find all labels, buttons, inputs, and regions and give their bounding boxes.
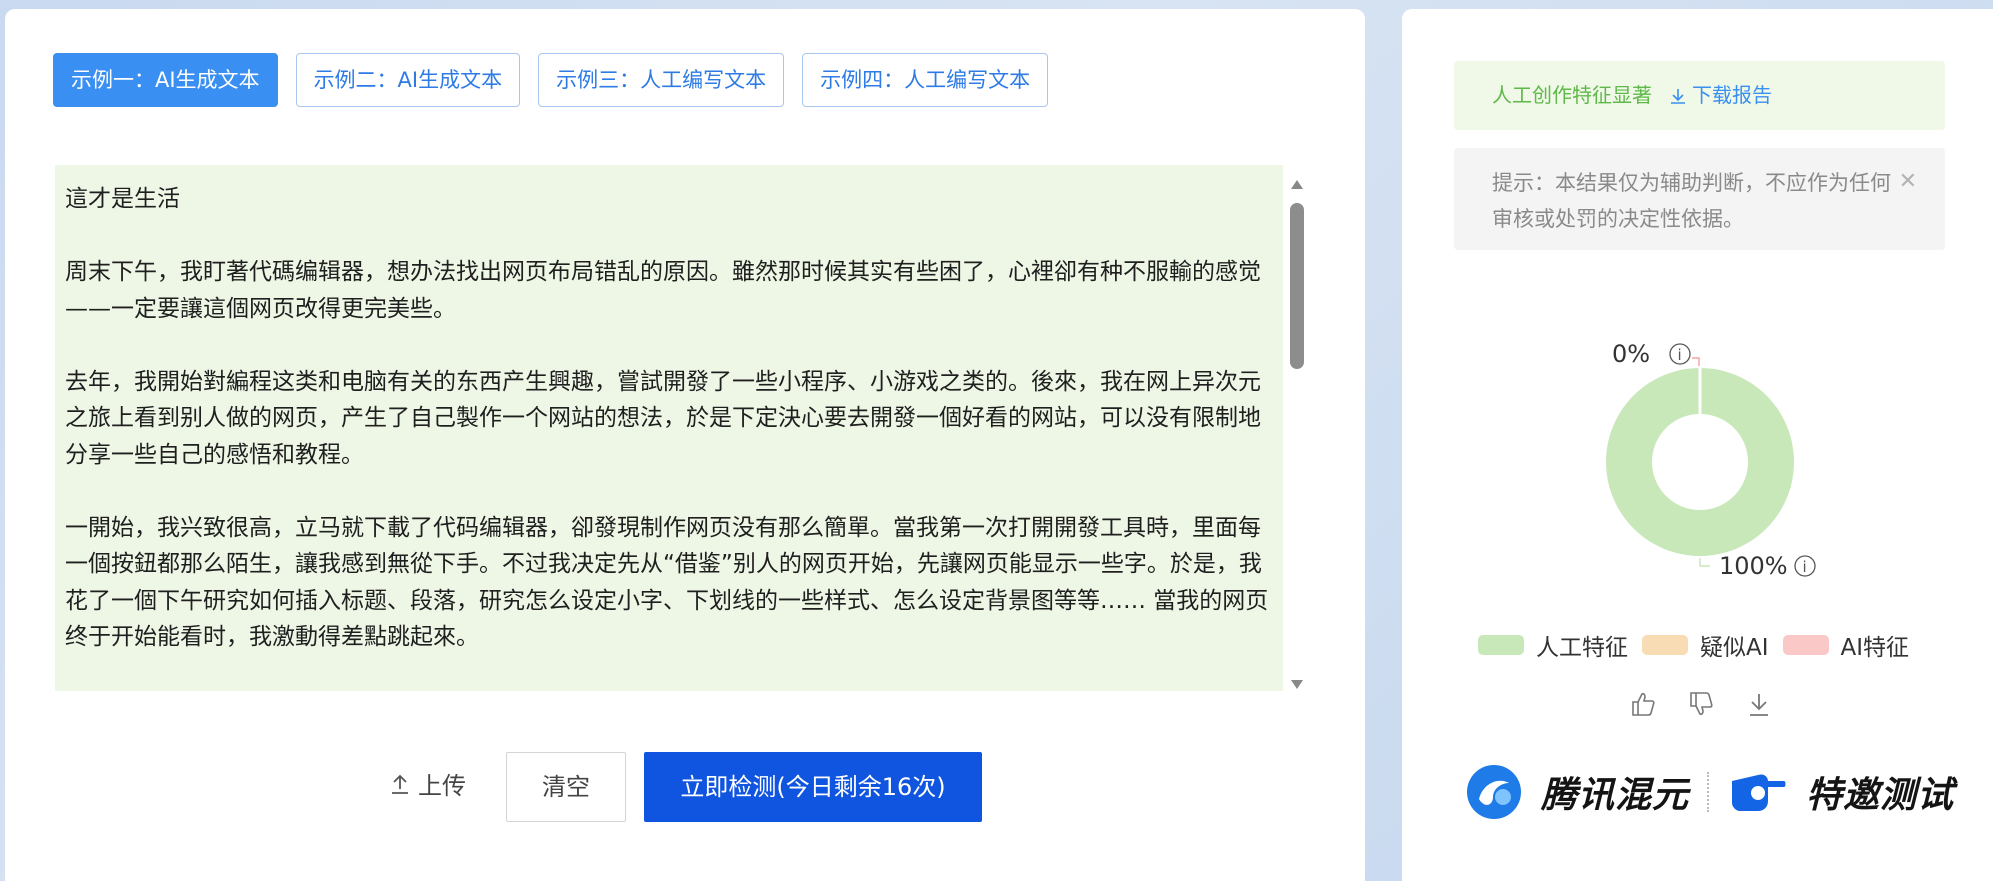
legend-item[interactable]: AI特征: [1782, 628, 1910, 662]
slice-label-zero: 0%: [1612, 340, 1650, 368]
close-icon[interactable]: ✕: [1899, 164, 1917, 200]
leader-line-top: [1692, 357, 1700, 366]
info-icon-glyph: i: [1803, 558, 1807, 576]
legend-item[interactable]: 疑似AI: [1642, 628, 1769, 662]
text-paragraph: 周末下午，我盯著代碼编辑器，想办法找出网页布局错乱的原因。雖然那时候其实有些困了…: [65, 259, 1261, 322]
scroll-up-arrow-icon[interactable]: [1291, 180, 1303, 189]
text-paragraph: 去年，我開始對編程这类和电脑有关的东西产生興趣，嘗試開發了一些小程序、小游戏之类…: [65, 368, 1261, 468]
invite-hand-icon: [1732, 774, 1786, 811]
brand-name-hunyuan: 腾讯混元: [1541, 775, 1690, 816]
download-icon: [1671, 88, 1685, 104]
brand-name-invite: 特邀测试: [1806, 775, 1955, 816]
text-scrollbar[interactable]: [1286, 170, 1308, 698]
detect-button[interactable]: 立即检测(今日剩余16次): [644, 752, 982, 822]
info-icon-glyph: i: [1678, 346, 1682, 364]
download-icon[interactable]: [1746, 690, 1772, 718]
upload-button[interactable]: 上传: [390, 766, 466, 801]
tab-example-3[interactable]: 示例三：人工编写文本: [538, 53, 785, 107]
feedback-actions: [1630, 690, 1772, 718]
verdict-text: 人工创作特征显著: [1492, 83, 1652, 107]
brand-separator: [1707, 772, 1710, 812]
clear-button[interactable]: 清空: [506, 752, 626, 822]
thumbs-down-icon[interactable]: [1688, 690, 1714, 718]
legend-label: 人工特征: [1536, 635, 1628, 661]
leader-line-bottom: [1699, 558, 1710, 567]
legend-swatch: [1478, 635, 1524, 655]
slice-label-full: 100%: [1719, 552, 1788, 580]
disclaimer-hint: 提示：本结果仅为辅助判断，不应作为任何审核或处罚的决定性依据。 ✕: [1454, 148, 1945, 250]
hint-text: 提示：本结果仅为辅助判断，不应作为任何审核或处罚的决定性依据。: [1492, 171, 1891, 231]
upload-icon: [392, 774, 408, 794]
legend-swatch: [1782, 635, 1829, 655]
example-tabs: 示例一：AI生成文本 示例二：AI生成文本 示例三：人工编写文本 示例四：人工编…: [53, 53, 1049, 107]
legend-label: AI特征: [1840, 635, 1910, 661]
tab-example-1[interactable]: 示例一：AI生成文本: [53, 53, 278, 107]
upload-label: 上传: [418, 772, 466, 800]
tab-example-2[interactable]: 示例二：AI生成文本: [295, 53, 521, 107]
text-input-area[interactable]: 這才是生活 周末下午，我盯著代碼编辑器，想办法找出网页布局错乱的原因。雖然那时候…: [55, 165, 1283, 691]
thumbs-up-icon[interactable]: [1630, 690, 1656, 718]
hunyuan-logo-icon: [1467, 765, 1521, 819]
chart-legend: 人工特征 疑似AI AI特征: [1478, 628, 1909, 662]
result-verdict-box: 人工创作特征显著 下载报告: [1454, 61, 1945, 130]
brand-footer: 腾讯混元 特邀测试: [1465, 763, 1954, 821]
legend-label: 疑似AI: [1700, 635, 1769, 661]
text-paragraph-title: 這才是生活: [65, 186, 180, 212]
download-report-label: 下载报告: [1692, 83, 1772, 107]
tab-example-4[interactable]: 示例四：人工编写文本: [802, 53, 1049, 107]
result-donut-chart: 0% i 100% i: [1605, 340, 1816, 580]
text-paragraph: 一開始，我兴致很高，立马就下載了代码编辑器，卻發現制作网页没有那么簡單。當我第一…: [65, 514, 1269, 651]
scrollbar-thumb[interactable]: [1290, 203, 1304, 369]
legend-swatch: [1642, 635, 1688, 655]
scroll-down-arrow-icon[interactable]: [1291, 680, 1303, 689]
legend-item[interactable]: 人工特征: [1478, 628, 1628, 662]
download-report-link[interactable]: 下载报告: [1670, 61, 1772, 130]
